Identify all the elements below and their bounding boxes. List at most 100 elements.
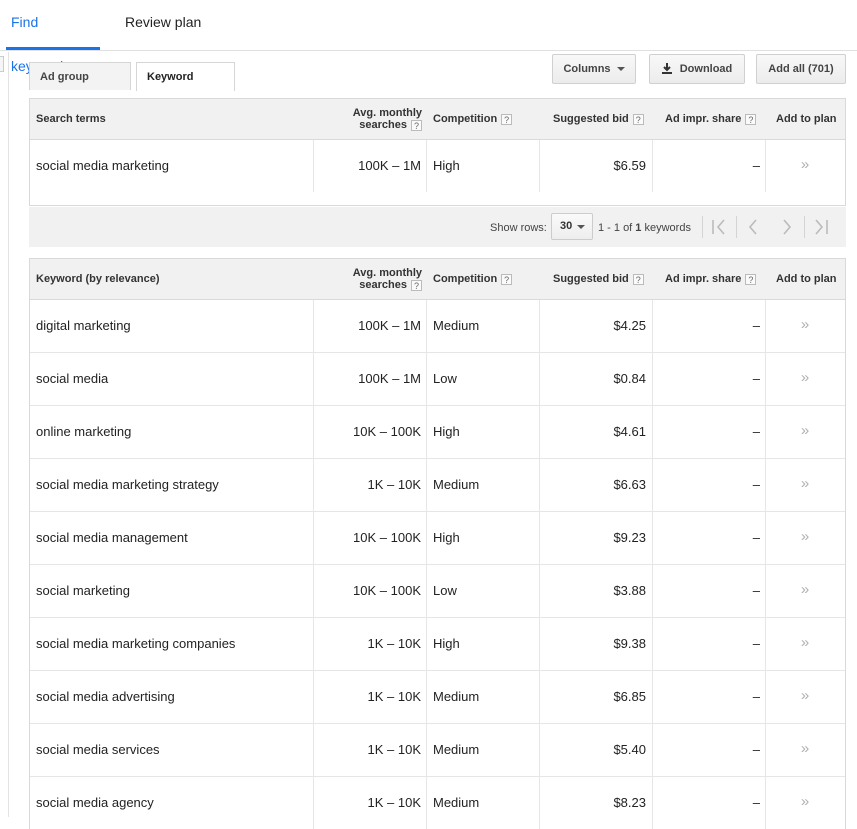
- column-divider: [765, 724, 766, 776]
- download-button-label: Download: [679, 63, 733, 75]
- ad-impr-share-value: –: [752, 742, 760, 757]
- top-tab-bar: Find keywords Review plan: [0, 0, 857, 74]
- double-chevron-right-icon[interactable]: »: [775, 618, 835, 670]
- competition-value: High: [433, 424, 460, 439]
- last-page-icon[interactable]: [810, 216, 832, 238]
- competition-value: Medium: [433, 742, 480, 757]
- table-row: online marketing 10K – 100K High $4.61 –»: [30, 406, 845, 459]
- active-tab-underline: [6, 47, 100, 50]
- column-divider: [765, 618, 766, 670]
- competition-value: Low: [433, 371, 457, 386]
- avg-monthly-searches: 10K – 100K: [353, 583, 421, 598]
- double-chevron-right-icon[interactable]: »: [775, 140, 835, 192]
- column-divider: [765, 777, 766, 829]
- ad-impr-share-value: –: [752, 477, 760, 492]
- help-icon[interactable]: ?: [501, 273, 513, 285]
- download-icon: [661, 62, 672, 74]
- double-chevron-right-icon[interactable]: »: [775, 406, 835, 458]
- ad-impr-share-value: –: [752, 158, 760, 173]
- col-header-competition[interactable]: Competition?: [433, 99, 538, 139]
- double-chevron-right-icon[interactable]: »: [775, 512, 835, 564]
- avg-monthly-searches: 100K – 1M: [358, 158, 421, 173]
- ad-impr-share-value: –: [752, 318, 760, 333]
- double-chevron-right-icon[interactable]: »: [775, 777, 835, 829]
- col-header-keyword-by-relevance[interactable]: Keyword (by relevance): [36, 259, 236, 299]
- pagination-range: 1 - 1 of 1 keywords: [598, 222, 691, 234]
- columns-button[interactable]: Columns: [552, 54, 636, 84]
- keyword-text: online marketing: [36, 424, 132, 439]
- column-divider: [765, 671, 766, 723]
- double-chevron-right-icon[interactable]: »: [775, 459, 835, 511]
- competition-value: Low: [433, 583, 457, 598]
- tab-keyword-ideas[interactable]: Keyword ideas: [136, 62, 235, 111]
- rows-per-page-select[interactable]: 30: [551, 213, 593, 240]
- help-icon[interactable]: ?: [411, 119, 422, 131]
- suggested-bid-value: $6.63: [613, 477, 646, 492]
- suggested-bid-value: $3.88: [613, 583, 646, 598]
- column-divider: [765, 353, 766, 405]
- col-header-competition[interactable]: Competition?: [433, 259, 538, 299]
- column-divider: [426, 618, 427, 670]
- column-divider: [765, 459, 766, 511]
- help-icon[interactable]: ?: [632, 113, 644, 125]
- tab-find-keywords[interactable]: Find keywords: [6, 0, 100, 74]
- help-icon[interactable]: ?: [501, 113, 513, 125]
- avg-monthly-searches: 1K – 10K: [367, 689, 422, 704]
- search-terms-table: Search terms Avg. monthly searches? Compe…: [29, 98, 846, 206]
- keyword-text: social media marketing: [36, 158, 169, 173]
- avg-monthly-searches: 10K – 100K: [353, 424, 421, 439]
- toolbar: Ad group ideas Keyword ideas Columns Dow…: [29, 52, 846, 111]
- col-header-ad-impr-share[interactable]: Ad impr. share?: [665, 259, 775, 299]
- add-all-button-label: Add all (701): [768, 63, 834, 75]
- suggested-bid-value: $9.23: [613, 530, 646, 545]
- search-terms-body: social media marketing 100K – 1M High $6.59…: [30, 140, 845, 192]
- pager-divider: [702, 216, 703, 238]
- avg-monthly-searches: 1K – 10K: [367, 477, 422, 492]
- help-icon[interactable]: ?: [632, 273, 644, 285]
- competition-value: Medium: [433, 795, 480, 810]
- first-page-icon[interactable]: [708, 216, 730, 238]
- col-header-suggested-bid[interactable]: Suggested bid?: [553, 99, 653, 139]
- tab-review-plan[interactable]: Review plan: [125, 0, 201, 50]
- ad-impr-share-value: –: [752, 424, 760, 439]
- tab-ad-group-ideas[interactable]: Ad group ideas: [29, 62, 131, 111]
- table-row: social media marketing strategy 1K – 10K M…: [30, 459, 845, 512]
- next-page-icon[interactable]: [776, 216, 798, 238]
- keyword-text: social media: [36, 371, 109, 386]
- left-rail-divider: [8, 52, 9, 817]
- download-button[interactable]: Download: [649, 54, 745, 84]
- add-all-button[interactable]: Add all (701): [756, 54, 846, 84]
- help-icon[interactable]: ?: [745, 113, 757, 125]
- column-divider: [426, 353, 427, 405]
- col-header-add-to-plan: Add to plan: [776, 113, 837, 125]
- double-chevron-right-icon[interactable]: »: [775, 300, 835, 352]
- table-row: social media services 1K – 10K Medium $5.40…: [30, 724, 845, 777]
- col-header-suggested-bid[interactable]: Suggested bid?: [553, 259, 653, 299]
- column-divider: [426, 459, 427, 511]
- keyword-ideas-body: digital marketing 100K – 1M Medium $4.25–» s…: [30, 300, 845, 829]
- competition-value: Medium: [433, 318, 480, 333]
- avg-monthly-searches: 1K – 10K: [367, 636, 422, 651]
- avg-monthly-searches: 100K – 1M: [358, 318, 421, 333]
- keyword-ideas-header-row: Keyword (by relevance) Avg. monthly searc…: [30, 259, 845, 300]
- col-header-ad-impr-share[interactable]: Ad impr. share?: [665, 99, 775, 139]
- col-header-avg-monthly-searches[interactable]: Avg. monthly searches?: [320, 99, 422, 139]
- keyword-text: social media management: [36, 530, 188, 545]
- pager-divider: [736, 216, 737, 238]
- column-divider: [426, 671, 427, 723]
- table-spacer: [30, 192, 845, 205]
- column-divider: [426, 512, 427, 564]
- column-divider: [426, 777, 427, 829]
- table-row: social media marketing 100K – 1M High $6.59…: [30, 140, 845, 192]
- previous-page-icon[interactable]: [742, 216, 764, 238]
- collapse-handle[interactable]: [0, 56, 4, 72]
- col-header-avg-monthly-searches[interactable]: Avg. monthly searches?: [320, 259, 422, 299]
- help-icon[interactable]: ?: [745, 273, 757, 285]
- double-chevron-right-icon[interactable]: »: [775, 353, 835, 405]
- double-chevron-right-icon[interactable]: »: [775, 671, 835, 723]
- rows-per-page-value: 30: [560, 220, 573, 232]
- double-chevron-right-icon[interactable]: »: [775, 724, 835, 776]
- suggested-bid-value: $6.59: [613, 158, 646, 173]
- help-icon[interactable]: ?: [411, 279, 422, 291]
- double-chevron-right-icon[interactable]: »: [775, 565, 835, 617]
